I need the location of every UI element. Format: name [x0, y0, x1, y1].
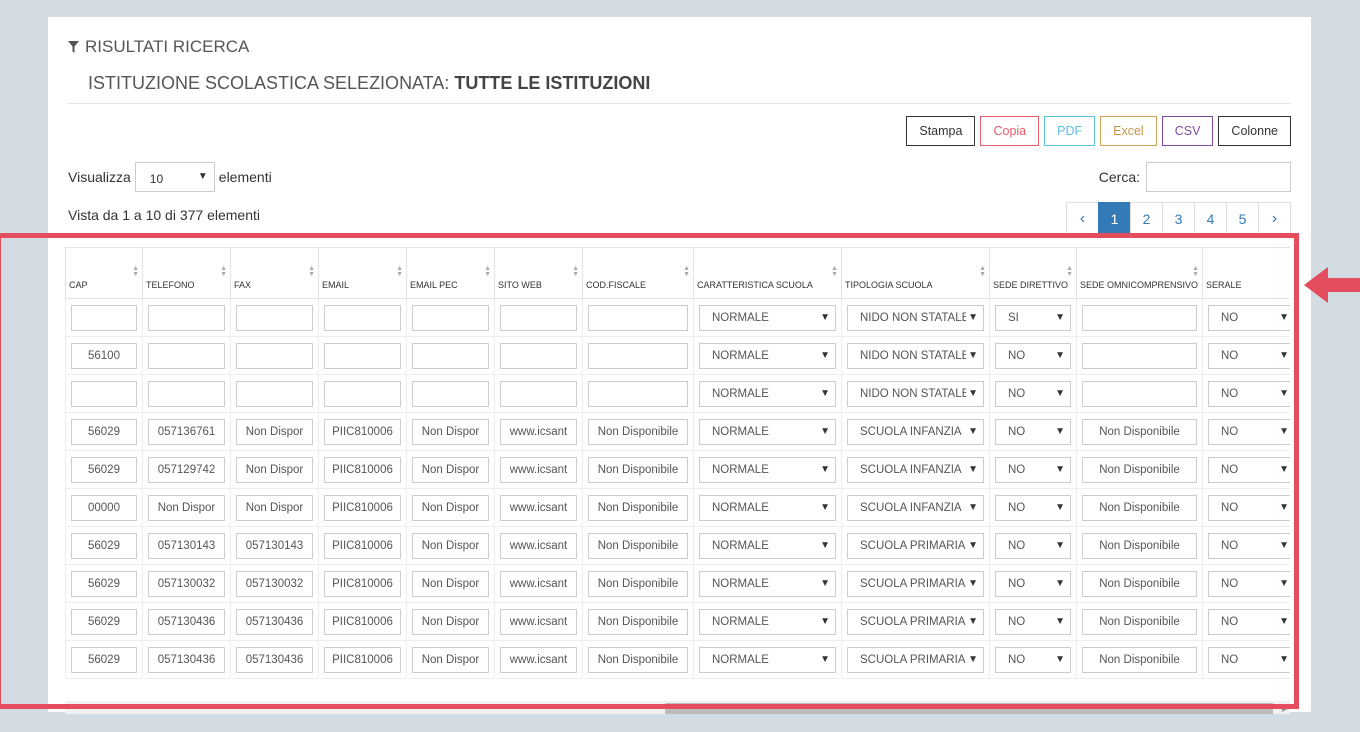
- pagination-page[interactable]: 5: [1226, 202, 1259, 234]
- page-length-select[interactable]: 10 ▼: [134, 162, 215, 192]
- page-length-control: Visualizza 10 ▼ elementi: [68, 162, 272, 192]
- pdf-button[interactable]: PDF: [1044, 116, 1096, 146]
- table-info: Vista da 1 a 10 di 377 elementi: [68, 207, 260, 223]
- divider: [68, 103, 1291, 104]
- institution-label: ISTITUZIONE SCOLASTICA SELEZIONATA:: [88, 73, 450, 93]
- institution-value: TUTTE LE ISTITUZIONI: [454, 73, 651, 93]
- pagination-page[interactable]: 1: [1098, 202, 1131, 234]
- institution-line: ISTITUZIONE SCOLASTICA SELEZIONATA: TUTT…: [88, 73, 650, 94]
- excel-button[interactable]: Excel: [1100, 116, 1157, 146]
- export-toolbar: Stampa Copia PDF Excel CSV Colonne: [906, 116, 1291, 146]
- filter-icon: [68, 41, 79, 53]
- results-title: RISULTATI RICERCA: [68, 37, 249, 57]
- search-input[interactable]: [1146, 162, 1291, 192]
- pagination-prev[interactable]: ‹: [1066, 202, 1099, 234]
- pagination: ‹ 1 2 3 4 5 ›: [1066, 202, 1291, 234]
- pagination-page[interactable]: 2: [1130, 202, 1163, 234]
- chevron-down-icon: ▼: [197, 171, 208, 182]
- length-prefix: Visualizza: [68, 169, 131, 185]
- search-control: Cerca:: [1099, 162, 1291, 192]
- length-suffix: elementi: [218, 169, 272, 185]
- pagination-page[interactable]: 4: [1194, 202, 1227, 234]
- pagination-page[interactable]: 3: [1162, 202, 1195, 234]
- stampa-button[interactable]: Stampa: [906, 116, 976, 146]
- results-title-text: RISULTATI RICERCA: [85, 37, 250, 56]
- arrow-left-icon: [1304, 267, 1360, 303]
- colonne-button[interactable]: Colonne: [1218, 116, 1291, 146]
- copia-button[interactable]: Copia: [980, 116, 1040, 146]
- page-length-value: 10: [149, 172, 164, 186]
- csv-button[interactable]: CSV: [1161, 116, 1214, 146]
- highlight-box: [0, 233, 1299, 709]
- pagination-next[interactable]: ›: [1258, 202, 1291, 234]
- search-label: Cerca:: [1098, 169, 1140, 185]
